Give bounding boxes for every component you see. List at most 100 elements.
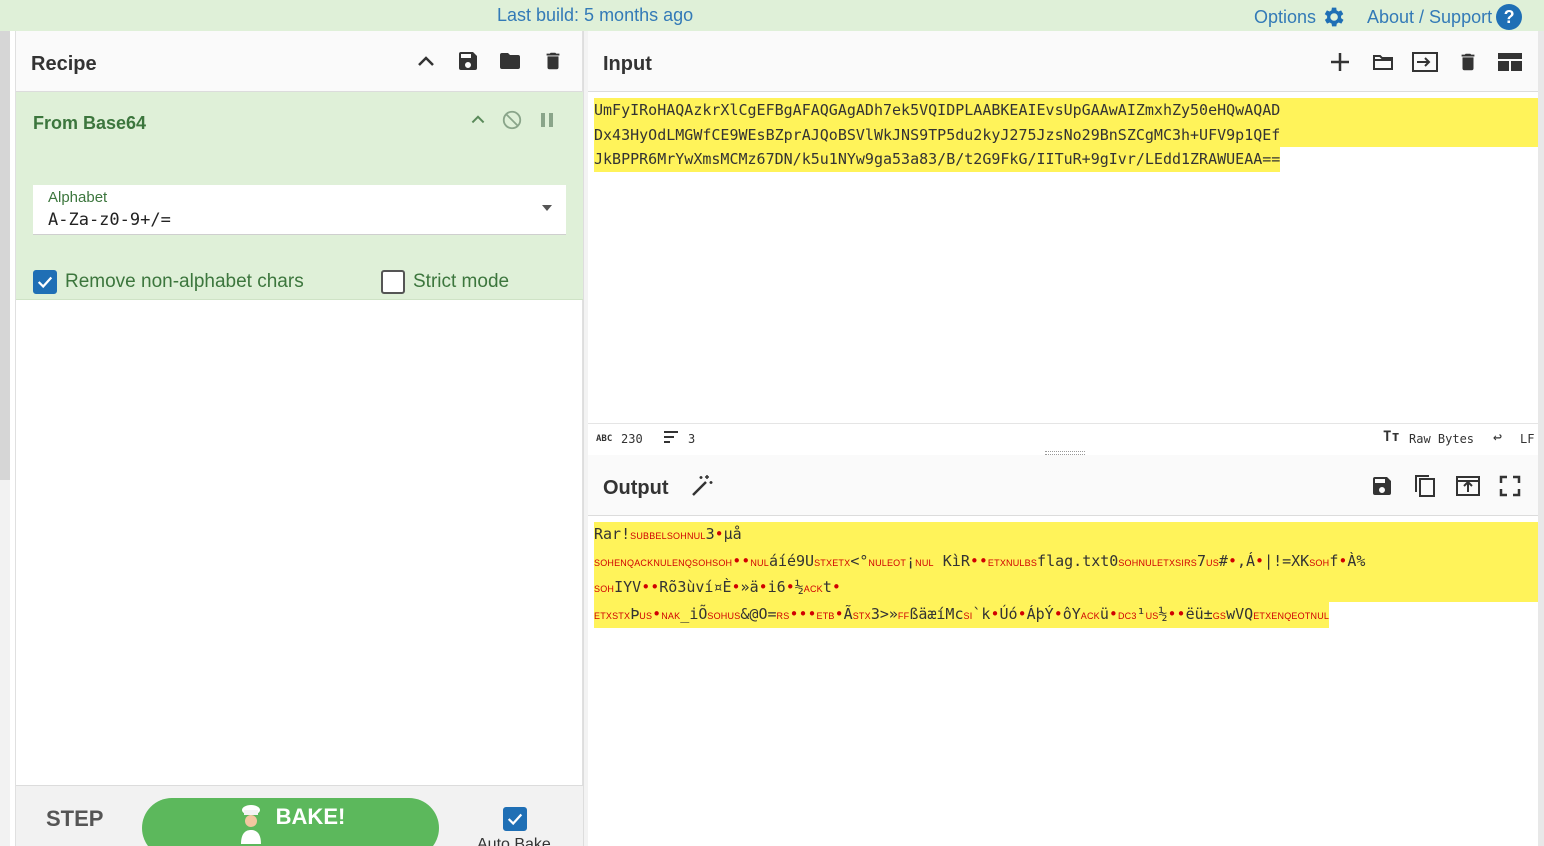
output-text: Ã bbox=[843, 604, 853, 623]
about-support-label: About / Support bbox=[1367, 6, 1493, 27]
add-tab-icon[interactable] bbox=[1324, 46, 1356, 78]
nonprintable-dot: • bbox=[785, 578, 795, 596]
step-button[interactable]: STEP bbox=[46, 806, 103, 832]
control-char: NUL bbox=[686, 531, 706, 541]
strict-mode-option[interactable]: Strict mode bbox=[381, 270, 509, 294]
disable-icon[interactable] bbox=[500, 108, 524, 132]
output-text: |!=XK bbox=[1264, 551, 1310, 570]
open-file-icon[interactable] bbox=[1409, 46, 1441, 78]
control-char: ACK bbox=[634, 557, 654, 568]
output-text: t bbox=[822, 578, 832, 596]
output-text: i6 bbox=[767, 578, 786, 596]
output-text: 7 bbox=[1196, 551, 1206, 570]
nonprintable-dot: • bbox=[834, 604, 844, 623]
chevron-down-icon bbox=[542, 205, 552, 211]
control-char: NAK bbox=[661, 610, 681, 621]
options-label: Options bbox=[1254, 6, 1317, 27]
output-text: µå bbox=[723, 525, 742, 543]
output-text: Þ bbox=[630, 604, 640, 623]
copy-icon[interactable] bbox=[1409, 470, 1441, 502]
char-count: 230 bbox=[621, 432, 643, 446]
output-text: `k bbox=[972, 604, 991, 623]
output-text: áíé9U bbox=[768, 551, 815, 570]
auto-bake-checkbox[interactable] bbox=[503, 807, 527, 831]
control-char: ETX bbox=[1253, 610, 1272, 621]
line-count: 3 bbox=[688, 432, 696, 446]
about-support-link[interactable]: About / Support ? bbox=[1367, 4, 1523, 30]
control-char: ETX bbox=[594, 610, 613, 621]
collapse-icon[interactable] bbox=[411, 47, 441, 77]
strict-mode-checkbox[interactable] bbox=[381, 270, 405, 294]
output-line-4: ETXSTXÞUS•NAK_iÕSOHUS&@O=RS•••ETB•ÃSTX3>… bbox=[594, 601, 1330, 628]
control-char: ETX bbox=[1157, 557, 1176, 568]
control-char: SOH bbox=[594, 557, 615, 568]
right-scrollbar[interactable] bbox=[1538, 31, 1544, 846]
output-textarea[interactable]: Rar!SUBBELSOHNUL3•µå SOHENQACKNULENQSOHS… bbox=[594, 522, 1538, 628]
output-text: Úó bbox=[999, 604, 1018, 623]
bake-button[interactable]: BAKE! bbox=[142, 798, 439, 846]
layout-icon[interactable] bbox=[1494, 46, 1526, 78]
output-text: KìR bbox=[933, 551, 970, 570]
text-size-icon[interactable]: Tт bbox=[1383, 429, 1400, 445]
output-text: # bbox=[1218, 551, 1228, 570]
remove-nonalpha-option[interactable]: Remove non-alphabet chars bbox=[33, 270, 304, 294]
output-line: SOHIYV••Rõ3ùví¤È•»ä•i6•½ACKt• bbox=[594, 575, 1538, 602]
control-char: EOT bbox=[1291, 610, 1311, 621]
eol-label[interactable]: LF bbox=[1520, 432, 1534, 446]
nonprintable-dot: • bbox=[1053, 604, 1063, 623]
recipe-panel: Recipe From Base64 Alphabet A-Za-z0-9+/=… bbox=[15, 31, 584, 846]
nonprintable-dot: • bbox=[758, 578, 768, 596]
output-text: 3 bbox=[705, 525, 715, 543]
control-char: SOH bbox=[666, 531, 687, 541]
output-text: À% bbox=[1347, 551, 1366, 570]
folder-icon[interactable] bbox=[495, 46, 525, 76]
output-text: ¡ bbox=[906, 551, 916, 570]
control-char: ACK bbox=[1080, 610, 1100, 621]
control-char: STX bbox=[814, 557, 833, 568]
output-line: Rar!SUBBELSOHNUL3•µå bbox=[594, 522, 1538, 549]
clear-input-icon[interactable] bbox=[1452, 46, 1484, 78]
output-text: Rõ3ùví¤È bbox=[659, 578, 732, 596]
control-char: US bbox=[1206, 557, 1219, 568]
trash-icon[interactable] bbox=[538, 46, 568, 76]
nonprintable-dot: • bbox=[652, 604, 662, 623]
input-textarea[interactable]: UmFyIRoHAQAzkrXlCgEFBgAFAQGAgADh7ek5VQID… bbox=[594, 98, 1538, 172]
output-text: wVQ bbox=[1226, 604, 1254, 623]
maximise-icon[interactable] bbox=[1494, 470, 1526, 502]
control-char: FF bbox=[897, 610, 910, 621]
strict-mode-label: Strict mode bbox=[413, 271, 510, 292]
raw-bytes-label[interactable]: Raw Bytes bbox=[1409, 432, 1474, 446]
eol-icon[interactable]: ↩ bbox=[1493, 428, 1502, 446]
alphabet-select[interactable]: Alphabet A-Za-z0-9+/= bbox=[33, 185, 566, 235]
control-char: SUB bbox=[630, 531, 650, 541]
control-char: ENQ bbox=[671, 557, 693, 568]
control-char: NUL bbox=[1310, 610, 1330, 621]
pause-icon[interactable] bbox=[535, 108, 559, 132]
control-char: GS bbox=[1212, 610, 1227, 621]
output-text: ü bbox=[1099, 604, 1109, 623]
output-text: <° bbox=[850, 551, 869, 570]
replace-input-icon[interactable] bbox=[1452, 470, 1484, 502]
control-char: NUL bbox=[653, 557, 672, 568]
control-char: US bbox=[727, 610, 741, 621]
save-output-icon[interactable] bbox=[1366, 470, 1398, 502]
magic-wand-icon[interactable] bbox=[686, 470, 718, 502]
options-link[interactable]: Options bbox=[1254, 4, 1346, 30]
control-char: STX bbox=[612, 610, 631, 621]
control-char: SOH bbox=[692, 557, 713, 568]
save-recipe-icon[interactable] bbox=[453, 46, 483, 76]
output-text: Rar! bbox=[594, 525, 631, 543]
open-folder-icon[interactable] bbox=[1367, 46, 1399, 78]
cyberchef-window: Last build: 5 months ago Options About /… bbox=[0, 0, 1544, 846]
output-title: Output bbox=[603, 477, 669, 499]
nonprintable-dot: • bbox=[1108, 604, 1118, 623]
control-char: SOH bbox=[707, 610, 728, 621]
operation-from-base64[interactable]: From Base64 Alphabet A-Za-z0-9+/= Remove… bbox=[16, 92, 584, 300]
output-text: »ä bbox=[740, 578, 759, 596]
last-build-text: Last build: 5 months ago bbox=[497, 5, 694, 25]
left-scrollbar[interactable] bbox=[0, 31, 10, 480]
remove-nonalpha-checkbox[interactable] bbox=[33, 270, 57, 294]
collapse-operation-icon[interactable] bbox=[466, 108, 490, 132]
control-char: SOH bbox=[1309, 557, 1330, 568]
control-char: NUL bbox=[1138, 557, 1158, 568]
